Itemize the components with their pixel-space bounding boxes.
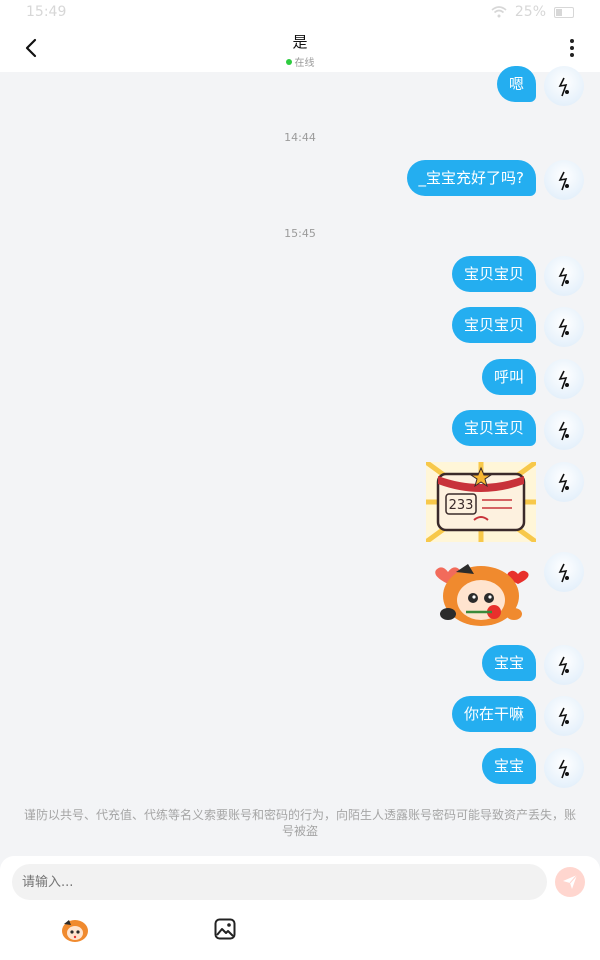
message-row: 宝宝 [481,645,584,685]
message-row: 宝贝宝贝 [451,410,584,450]
message-row: 宝贝宝贝 [451,307,584,347]
avatar-figure-icon [558,656,569,676]
user-avatar[interactable] [544,696,584,736]
message-bubble[interactable]: 宝宝 [481,645,536,681]
timestamp: 15:45 [284,227,316,240]
message-row: 你在干嘛 [451,696,584,736]
user-avatar[interactable] [544,748,584,788]
user-avatar[interactable] [544,66,584,106]
chat-header: 是 在线 [0,24,600,72]
message-row: 宝宝 [481,748,584,788]
avatar-figure-icon [558,473,569,493]
message-row: 呼叫 [481,359,584,399]
message-bubble[interactable]: 宝贝宝贝 [451,256,536,292]
status-icons: 25% [491,4,574,20]
message-row [426,552,584,632]
image-picker-icon[interactable] [214,918,236,940]
user-avatar[interactable] [544,359,584,399]
battery-percent: 25% [514,4,546,20]
message-bubble[interactable]: _宝宝充好了吗? [406,160,536,196]
user-avatar[interactable] [544,160,584,200]
avatar-figure-icon [558,370,569,390]
status-time: 15:49 [26,4,67,20]
user-avatar[interactable] [544,410,584,450]
send-button[interactable] [555,867,585,897]
certificate-233-sticker[interactable]: 233 [426,462,536,542]
avatar-figure-icon [558,759,569,779]
message-bubble[interactable]: 宝贝宝贝 [451,307,536,343]
user-avatar[interactable] [544,645,584,685]
timestamp: 14:44 [284,131,316,144]
avatar-figure-icon [558,421,569,441]
avatar-figure-icon [558,171,569,191]
user-avatar[interactable] [544,552,584,592]
message-row: 嗯 [496,66,584,106]
contact-name: 是 [292,33,308,51]
avatar-figure-icon [558,563,569,583]
message-bubble[interactable]: 宝宝 [481,748,536,784]
certificate-number: 233 [449,498,474,513]
message-row: _宝宝充好了吗? [406,160,584,200]
user-avatar[interactable] [544,256,584,296]
status-bar: 15:49 25% [0,0,600,24]
avatar-figure-icon [558,707,569,727]
more-options-icon[interactable] [560,36,584,60]
online-status-label: 在线 [294,58,315,69]
input-container [12,864,547,900]
message-bubble[interactable]: 嗯 [496,66,536,102]
wifi-icon [491,6,507,18]
message-row: 宝贝宝贝 [451,256,584,296]
avatar-figure-icon [558,318,569,338]
chat-thread[interactable]: 嗯 14:44 _宝宝充好了吗? 15:45 宝贝宝贝 宝贝宝贝 呼叫 宝贝宝贝 [0,66,600,856]
send-plane-icon [563,874,578,889]
user-avatar[interactable] [544,462,584,502]
message-bubble[interactable]: 宝贝宝贝 [451,410,536,446]
sticker-picker-icon[interactable] [60,916,90,944]
user-avatar[interactable] [544,307,584,347]
message-bubble[interactable]: 呼叫 [481,359,536,395]
message-bubble[interactable]: 你在干嘛 [451,696,536,732]
security-warning: 谨防以共号、代充值、代练等名义索要账号和密码的行为，向陌生人透露账号密码可能导致… [23,808,576,838]
battery-icon [554,6,574,18]
avatar-figure-icon [558,267,569,287]
message-input[interactable] [12,864,532,900]
title-block: 是 在线 [0,31,600,69]
online-dot-icon [285,58,292,65]
avatar-figure-icon [558,77,569,97]
message-row: 233 [426,462,584,542]
message-composer [0,856,600,960]
girl-rose-sticker[interactable] [426,552,536,632]
